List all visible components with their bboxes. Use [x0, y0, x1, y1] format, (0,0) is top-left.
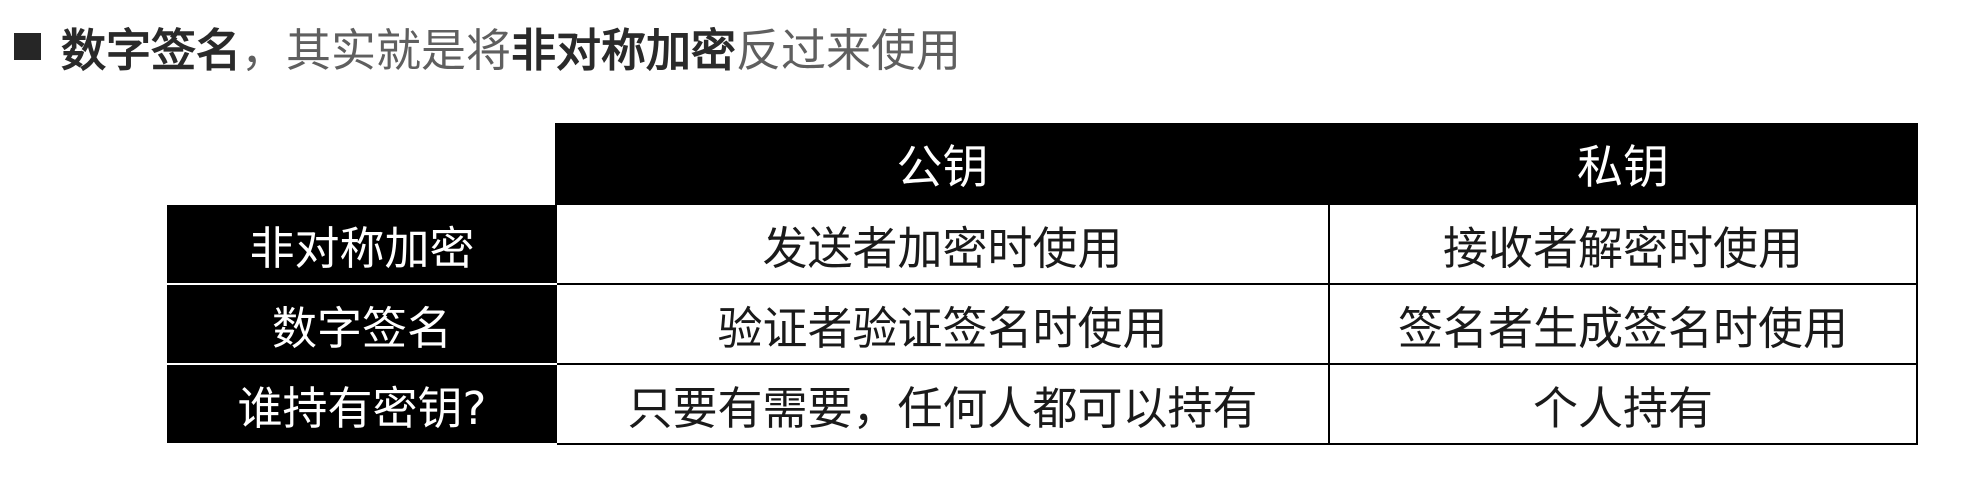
heading-term-digital-signature: 数字签名 — [61, 23, 242, 77]
heading-text-ending: 反过来使用 — [736, 23, 962, 77]
table-row-asymmetric-encryption: 非对称加密 发送者加密时使用 接收者解密时使用 — [167, 203, 1918, 285]
slide: 数字签名 ，其实就是将 非对称加密 反过来使用 公钥 私钥 非对称加密 发送者加… — [0, 0, 1984, 482]
cell-holder-private-key: 个人持有 — [1328, 363, 1918, 445]
column-header-private-key: 私钥 — [1328, 123, 1918, 205]
row-label-digital-signature: 数字签名 — [167, 283, 557, 365]
key-usage-table: 公钥 私钥 非对称加密 发送者加密时使用 接收者解密时使用 数字签名 验证者验证… — [167, 123, 1918, 445]
table-header-row: 公钥 私钥 — [168, 123, 1918, 205]
table-row-key-holder: 谁持有密钥? 只要有需要，任何人都可以持有 个人持有 — [167, 363, 1918, 445]
row-label-asymmetric-encryption: 非对称加密 — [167, 203, 557, 285]
cell-asymmetric-public-key: 发送者加密时使用 — [555, 203, 1330, 285]
column-header-public-key: 公钥 — [555, 123, 1330, 205]
heading-text-connector: ，其实就是将 — [241, 23, 512, 77]
square-bullet-icon — [14, 32, 41, 60]
table-row-digital-signature: 数字签名 验证者验证签名时使用 签名者生成签名时使用 — [167, 283, 1918, 365]
cell-signature-public-key: 验证者验证签名时使用 — [555, 283, 1330, 365]
cell-asymmetric-private-key: 接收者解密时使用 — [1328, 203, 1918, 285]
row-label-key-holder: 谁持有密钥? — [167, 363, 557, 445]
table-corner-cell — [168, 124, 556, 204]
slide-heading: 数字签名 ，其实就是将 非对称加密 反过来使用 — [14, 14, 961, 78]
cell-holder-public-key: 只要有需要，任何人都可以持有 — [555, 363, 1330, 445]
cell-signature-private-key: 签名者生成签名时使用 — [1328, 283, 1918, 365]
heading-term-asymmetric-encryption: 非对称加密 — [511, 23, 737, 77]
